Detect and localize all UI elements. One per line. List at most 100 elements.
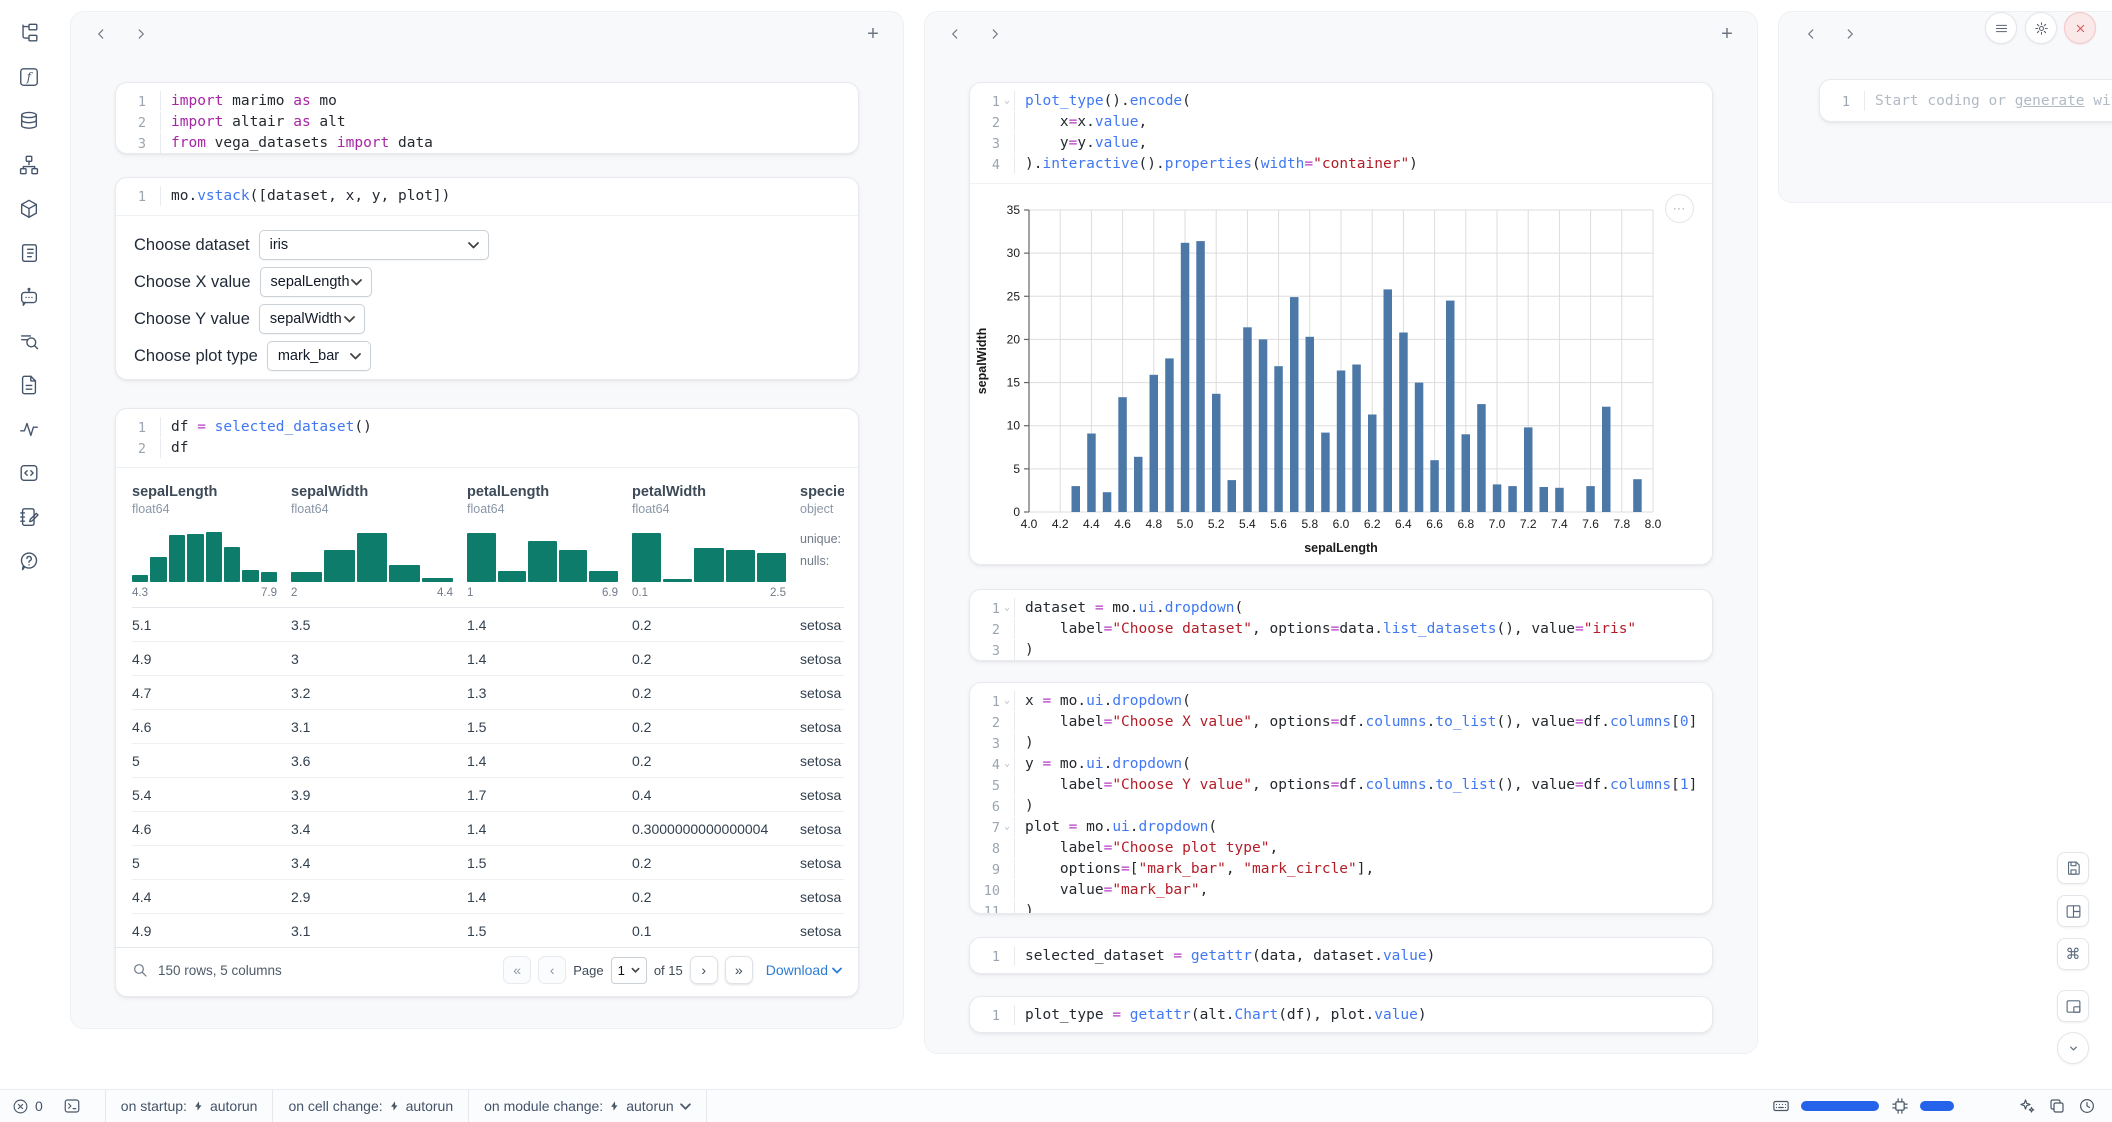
chevron-left-icon [1804, 27, 1818, 41]
chart-menu-button[interactable]: ⋯ [1665, 194, 1694, 223]
sidebar-item-scratchpad[interactable] [14, 502, 44, 532]
column-header[interactable]: petalLengthfloat6416.9 [467, 484, 632, 599]
keyboard-button[interactable] [1771, 1097, 1790, 1116]
column-header [1779, 12, 2112, 56]
column-next-button[interactable] [131, 24, 151, 44]
code-editor[interactable]: 1df = selected_dataset()2df [116, 409, 858, 468]
code-editor[interactable]: 1import marimo as mo2import altair as al… [116, 83, 858, 154]
line-number: 2 [970, 712, 1000, 733]
sidebar-item-search[interactable] [14, 326, 44, 356]
fold-chevron-icon[interactable]: ⌄ [1000, 817, 1014, 837]
sidebar-item-tracing[interactable] [14, 414, 44, 444]
shutdown-button[interactable] [2064, 12, 2096, 44]
code-line: 2df [116, 438, 858, 459]
scroll-to-bottom-button[interactable] [2057, 1032, 2089, 1064]
sidebar-item-snippets[interactable] [14, 458, 44, 488]
on-module-change-setting[interactable]: on module change: autorun [468, 1090, 707, 1122]
y-value-select[interactable]: sepalWidth [259, 304, 365, 334]
last-page-button[interactable]: » [725, 956, 753, 984]
terminal-button[interactable] [53, 1097, 91, 1115]
code-editor[interactable]: 1⌄x = mo.ui.dropdown(2 label="Choose X v… [970, 683, 1712, 914]
on-startup-setting[interactable]: on startup: autorun [105, 1090, 273, 1122]
fold-chevron-icon[interactable]: ⌄ [1000, 91, 1014, 111]
next-page-button[interactable]: › [690, 956, 718, 984]
first-page-button[interactable]: « [503, 956, 531, 984]
marimo-app: f + 1import marimo as mo2import altair a… [0, 0, 2112, 1122]
runtime-history-button[interactable] [2077, 1097, 2096, 1116]
sidebar-item-datasources[interactable] [14, 106, 44, 136]
chevron-down-icon [350, 347, 361, 365]
gear-icon [2034, 21, 2049, 36]
max-value: 6.9 [602, 587, 618, 599]
code-editor[interactable]: 1mo.vstack([dataset, x, y, plot]) [116, 178, 858, 216]
table-cell: 5 [132, 753, 291, 769]
notebook-menu-button[interactable] [1985, 12, 2017, 44]
placeholder-text: with [2085, 93, 2112, 109]
add-cell-button[interactable]: + [861, 22, 885, 46]
sidebar-item-file-explorer[interactable] [14, 18, 44, 48]
table-cell: setosa [800, 855, 844, 871]
sidebar-item-ai-chat[interactable] [14, 282, 44, 312]
sidebar-item-documentation[interactable] [14, 370, 44, 400]
column-name: petalLength [467, 484, 618, 500]
line-number: 3 [116, 133, 146, 154]
code-line: 1import marimo as mo [116, 91, 858, 112]
sidebar-item-logs[interactable] [14, 238, 44, 268]
column-prev-button[interactable] [1801, 24, 1821, 44]
layout-toggle-button[interactable] [2057, 895, 2089, 927]
download-button[interactable]: Download [766, 962, 842, 978]
fold-chevron-icon[interactable]: ⌄ [1000, 598, 1014, 618]
prev-page-button[interactable]: ‹ [538, 956, 566, 984]
sidebar: f [0, 0, 58, 1088]
code-editor[interactable]: 1⌄dataset = mo.ui.dropdown(2 label="Choo… [970, 590, 1712, 661]
column-range: 0.12.5 [632, 587, 786, 599]
column-next-button[interactable] [1840, 24, 1860, 44]
code-editor[interactable]: 1plot_type = getattr(alt.Chart(df), plot… [970, 997, 1712, 1033]
code-editor[interactable]: 1⌄plot_type().encode(2 x=x.value,3 y=y.v… [970, 83, 1712, 184]
code-editor[interactable]: 1selected_dataset = getattr(data, datase… [970, 938, 1712, 974]
fold-chevron-icon[interactable]: ⌄ [1000, 691, 1014, 711]
code-editor[interactable]: 1 Start coding or generate with [1820, 80, 2112, 122]
column-header[interactable]: sepalWidthfloat6424.4 [291, 484, 467, 599]
column-prev-button[interactable] [91, 24, 111, 44]
sidebar-item-dependency-graph[interactable] [14, 150, 44, 180]
column-header[interactable]: speciesobjectunique:nulls: [800, 484, 844, 599]
keyboard-shortcuts-button[interactable]: ⌘ [2057, 938, 2089, 970]
minimap-button[interactable] [2057, 990, 2089, 1022]
page-select[interactable]: 1 [611, 957, 647, 984]
sidebar-item-help[interactable] [14, 546, 44, 576]
column-header[interactable]: petalWidthfloat640.12.5 [632, 484, 800, 599]
copy-session-button[interactable] [2047, 1097, 2066, 1116]
bar [1337, 371, 1346, 513]
x-value-select[interactable]: sepalLength [260, 267, 372, 297]
packages-icon [18, 198, 40, 220]
save-button[interactable] [2057, 852, 2089, 884]
table-cell: 4.9 [132, 651, 291, 667]
column-next-button[interactable] [985, 24, 1005, 44]
cpu-button[interactable] [1890, 1097, 1909, 1116]
bar [1150, 375, 1159, 512]
fold-chevron-icon[interactable]: ⌄ [1000, 754, 1014, 774]
column-type: object [800, 502, 844, 516]
generate-link[interactable]: generate [2015, 93, 2085, 109]
code-line: 6) [970, 796, 1712, 817]
column-stat: nulls: [800, 554, 844, 568]
dropdown-label: Choose Y value [134, 310, 250, 329]
sidebar-item-packages[interactable] [14, 194, 44, 224]
chart-output[interactable]: ⋯ 051015202530354.04.24.44.64.85.05.25.4… [970, 184, 1712, 563]
dataset-select[interactable]: iris [259, 230, 489, 260]
column-prev-button[interactable] [945, 24, 965, 44]
search-icon[interactable] [132, 962, 148, 978]
line-number: 9 [970, 859, 1000, 880]
table-cell: 3.1 [291, 923, 467, 939]
plot-type-select[interactable]: mark_bar [267, 341, 371, 371]
sidebar-item-variables[interactable]: f [14, 62, 44, 92]
column-header[interactable]: sepalLengthfloat644.37.9 [132, 484, 291, 599]
code-line: 1df = selected_dataset() [116, 417, 858, 438]
on-cell-change-setting[interactable]: on cell change: autorun [272, 1090, 468, 1122]
line-number: 1 [116, 186, 146, 207]
error-indicator[interactable]: 0 [0, 1098, 53, 1115]
settings-button[interactable] [2025, 12, 2057, 44]
ai-assistant-button[interactable] [2017, 1097, 2036, 1116]
add-cell-button[interactable]: + [1715, 22, 1739, 46]
